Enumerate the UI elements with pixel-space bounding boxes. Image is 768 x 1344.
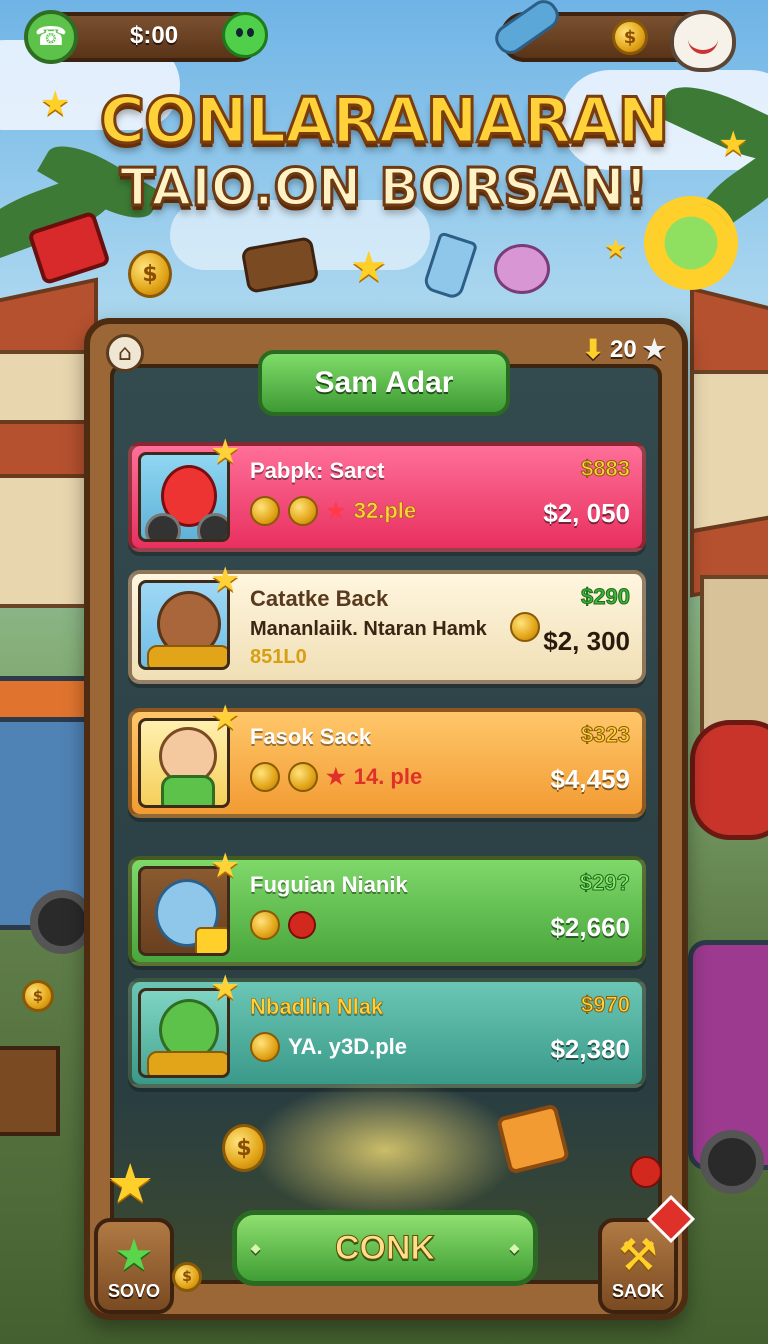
- item-name: Nbadlin Nlak: [250, 994, 384, 1020]
- coin-icon: [250, 910, 280, 940]
- reward-label: 14. ple: [353, 764, 423, 789]
- star-icon: ★: [350, 242, 388, 291]
- gear-icon: [145, 513, 181, 539]
- item-price-main: $2, 050: [543, 498, 630, 528]
- board-header: Sam Adar: [258, 350, 510, 416]
- phone-icon[interactable]: ☎: [24, 10, 78, 64]
- reward-label: YA. y3D.ple: [288, 1034, 408, 1059]
- star-icon: ★: [210, 560, 241, 600]
- item-price-top: $883: [581, 456, 631, 482]
- coin-icon: $: [612, 19, 648, 55]
- hammer-icon: ⚒: [618, 1230, 658, 1281]
- gear-icon: [197, 513, 227, 539]
- item-name: Catatke Back: [250, 586, 389, 611]
- coin-icon: $: [222, 1124, 266, 1172]
- item-price-main: $4,459: [550, 764, 630, 794]
- car-wheel: [700, 1130, 764, 1194]
- counter-value: 20: [609, 335, 637, 363]
- star-icon: ★: [604, 234, 628, 264]
- truck-roof: [0, 676, 94, 722]
- star-icon: ★: [326, 498, 346, 523]
- star-icon: ★: [210, 698, 241, 738]
- apple-icon: [288, 911, 316, 939]
- shop-item-card[interactable]: ★ Nbadlin Nlak YA. y3D.ple $970 $2,380: [128, 968, 646, 1088]
- house: [690, 370, 768, 538]
- item-price-top: $970: [581, 992, 631, 1018]
- shop-item-card[interactable]: ★ Catatke Back Mananlaiik. Ntaran Hamk 8…: [128, 560, 646, 684]
- slime-icon[interactable]: [222, 12, 268, 58]
- red-barrel: [690, 720, 768, 840]
- coin-icon: $: [22, 980, 54, 1012]
- conk-button[interactable]: CONK: [232, 1210, 538, 1286]
- star-icon: ★: [210, 846, 241, 886]
- star-icon: ★: [210, 968, 241, 1008]
- item-price-top: $29?: [579, 870, 630, 896]
- arrow-down-icon: ⬇: [582, 334, 604, 364]
- item-code: 851L0: [250, 646, 307, 668]
- wooden-crate: [0, 1046, 60, 1136]
- shop-item-card[interactable]: ★ Fasok Sack ★ 14. ple $323 $4,459: [128, 698, 646, 818]
- coin-icon: [510, 612, 540, 642]
- saok-button[interactable]: ⚒ SAOK: [598, 1194, 696, 1314]
- board-counter: ⬇ 20 ★: [582, 334, 666, 365]
- item-price-main: $2,660: [550, 912, 630, 942]
- coin-icon: $: [172, 1262, 202, 1292]
- shop-item-card[interactable]: ★ Pabpk: Sarct ★ 32.ple $883 $2, 050: [128, 432, 646, 552]
- item-reward: ★ 14. ple: [250, 762, 422, 792]
- money-value: $:00: [130, 22, 179, 49]
- coin-icon: [250, 1032, 280, 1062]
- sovo-button[interactable]: ★ SOVO: [94, 1218, 174, 1314]
- star-icon: ★: [40, 84, 71, 124]
- reward-label: 32.ple: [353, 498, 417, 524]
- star-icon: ★: [210, 432, 241, 472]
- light-glow: [250, 1080, 520, 1220]
- coin-icon: [250, 496, 280, 526]
- item-price-main: $2,380: [550, 1034, 630, 1064]
- item-reward: [250, 910, 316, 940]
- item-name: Pabpk: Sarct: [250, 458, 385, 483]
- item-price-main: $2, 300: [543, 626, 630, 656]
- item-price-top: $323: [581, 722, 631, 748]
- game-title-line1: CONLARANARAN: [98, 83, 671, 159]
- item-reward: YA. y3D.ple: [250, 1032, 407, 1062]
- pink-creature-icon: [494, 244, 550, 294]
- coin-icon: [288, 496, 318, 526]
- home-icon[interactable]: ⌂: [106, 334, 144, 372]
- coin-pile-icon: [147, 645, 227, 667]
- coin-icon: [250, 762, 280, 792]
- green-shirt: [161, 775, 215, 805]
- star-icon: ★: [718, 124, 749, 164]
- money-bar: ☎ $:00: [24, 10, 268, 64]
- coin-icon: [288, 762, 318, 792]
- item-description: Mananlaiik. Ntaran Hamk: [250, 618, 487, 640]
- game-title-line2: TAIO.ON BORSAN!: [118, 157, 649, 220]
- saok-label: SAOK: [611, 1281, 664, 1301]
- sun-icon: [650, 202, 732, 284]
- star-icon: ★: [106, 1152, 155, 1215]
- item-name: Fasok Sack: [250, 724, 372, 749]
- sovo-label: SOVO: [107, 1281, 160, 1301]
- item-price-top: $290: [581, 584, 631, 610]
- apple-icon: [630, 1156, 662, 1188]
- star-icon: ★: [114, 1230, 154, 1281]
- gold-block-icon: [195, 927, 227, 953]
- coin-pile-icon: [147, 1051, 227, 1075]
- item-reward: ★ 32.ple: [250, 496, 416, 526]
- house: [700, 575, 768, 733]
- cat-face-icon[interactable]: [670, 10, 736, 72]
- item-name: Fuguian Nianik: [250, 872, 408, 897]
- star-icon: ★: [642, 334, 666, 364]
- shop-item-card[interactable]: ★ Fuguian Nianik $29? $2,660: [128, 846, 646, 966]
- house: [0, 350, 93, 608]
- star-icon: ★: [326, 764, 346, 789]
- coin-icon: $: [128, 250, 172, 298]
